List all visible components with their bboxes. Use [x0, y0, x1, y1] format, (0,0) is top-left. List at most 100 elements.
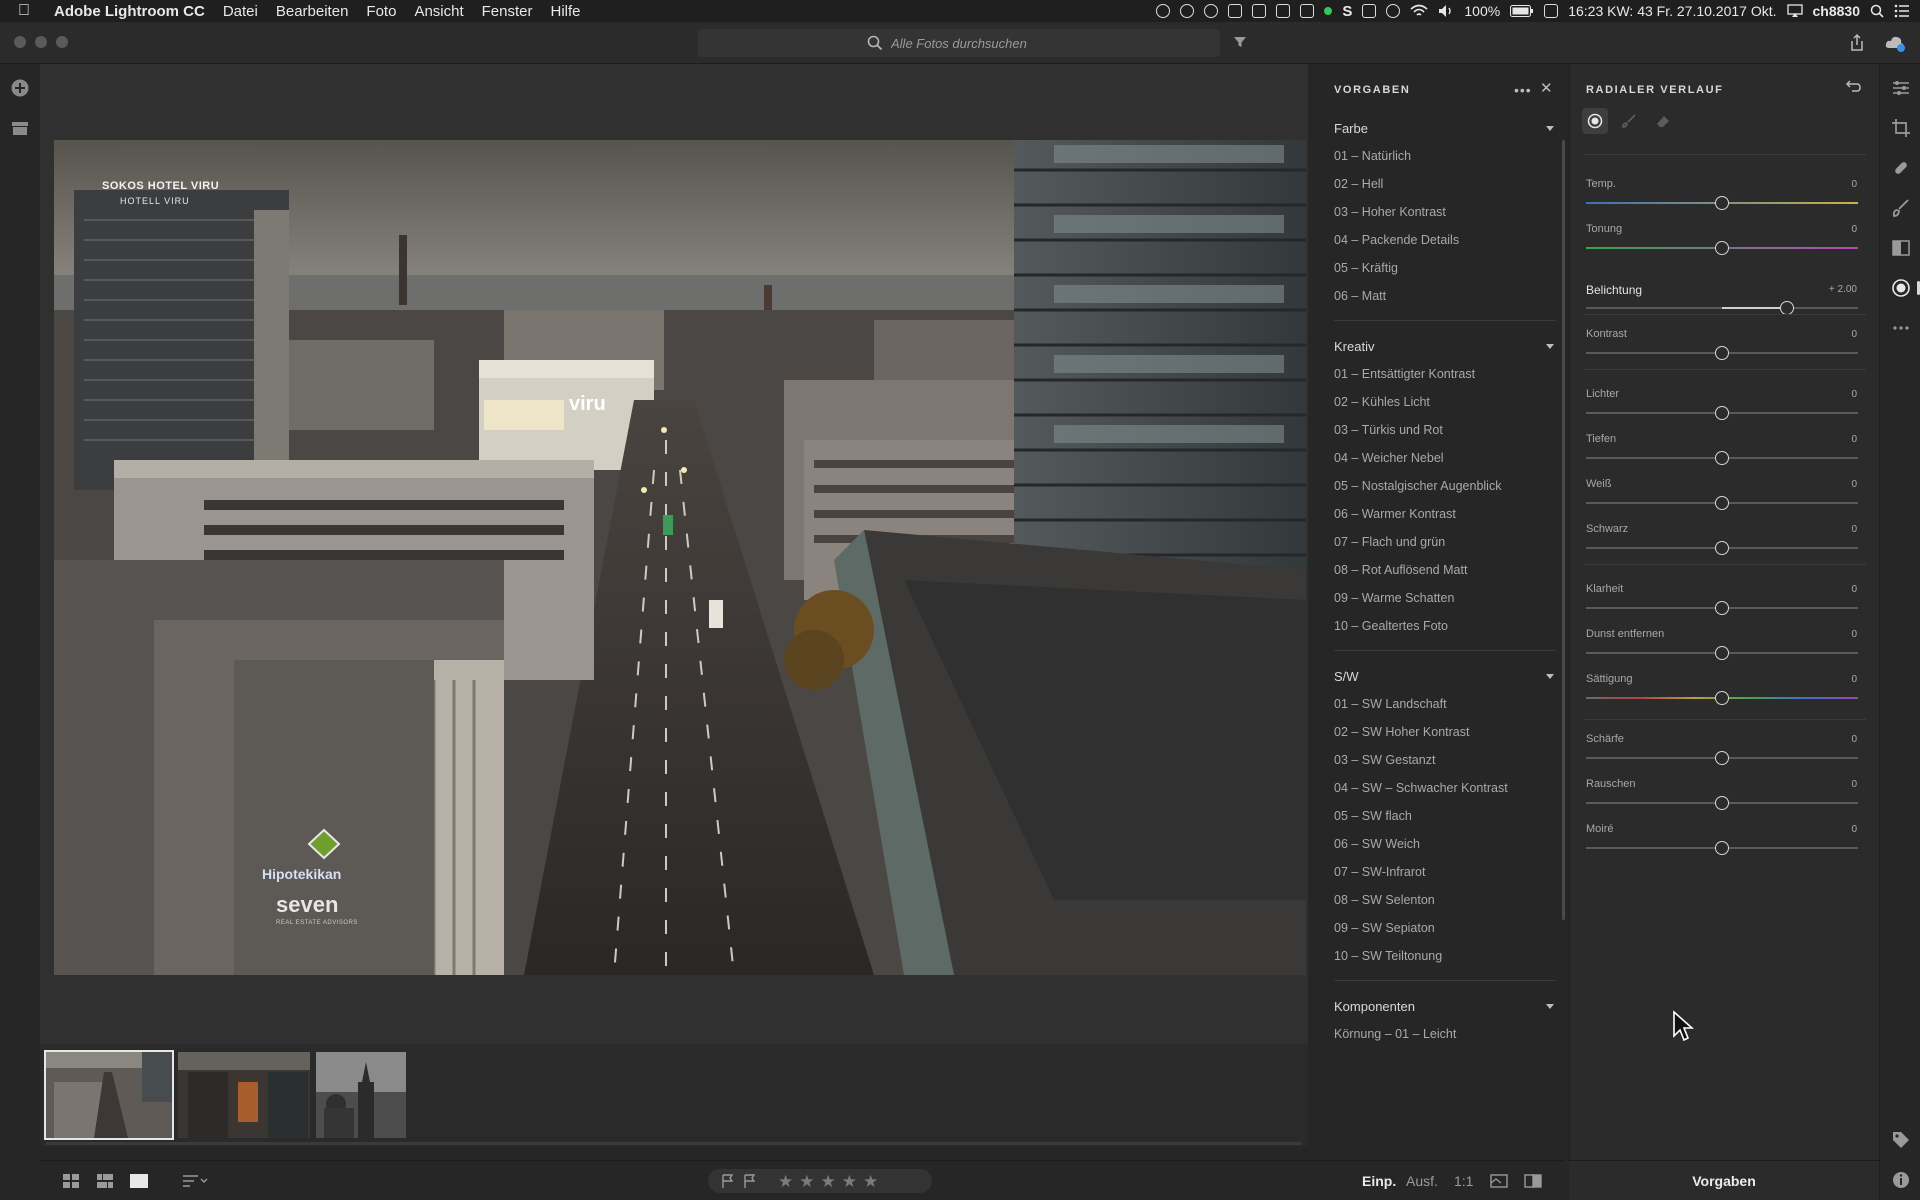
sort-icon[interactable] — [182, 1173, 208, 1189]
filter-icon[interactable] — [1232, 34, 1248, 50]
preset-item[interactable]: 06 – SW Weich — [1334, 837, 1420, 851]
slider-track[interactable] — [1586, 841, 1858, 855]
slider-thumb[interactable] — [1715, 796, 1729, 810]
zoom-window-button[interactable] — [56, 36, 68, 48]
wifi-icon[interactable] — [1410, 4, 1428, 18]
slider-track[interactable] — [1586, 601, 1858, 615]
square-grid-icon[interactable] — [62, 1173, 80, 1189]
slider-thumb[interactable] — [1715, 451, 1729, 465]
preset-item[interactable]: 01 – Natürlich — [1334, 149, 1411, 163]
menu-fenster[interactable]: Fenster — [482, 3, 533, 20]
slider-track[interactable] — [1586, 241, 1858, 255]
preset-item[interactable]: 02 – Kühles Licht — [1334, 395, 1430, 409]
photo-canvas[interactable]: SOKOS HOTEL VIRU HOTELL VIRU viru Hipote… — [40, 64, 1308, 1044]
slider-track[interactable] — [1586, 646, 1858, 660]
user-name[interactable]: ch8830 — [1813, 3, 1860, 19]
slider-thumb[interactable] — [1715, 751, 1729, 765]
detail-view-icon[interactable] — [130, 1173, 148, 1189]
brush-mask-button[interactable] — [1616, 108, 1642, 134]
clock-datetime[interactable]: 16:23 KW: 43 Fr. 27.10.2017 Okt. — [1568, 3, 1776, 19]
preset-item[interactable]: 07 – Flach und grün — [1334, 535, 1445, 549]
star-1[interactable]: ★ — [778, 1173, 793, 1190]
slider-thumb[interactable] — [1715, 346, 1729, 360]
slider-thumb[interactable] — [1715, 496, 1729, 510]
slider-thumb[interactable] — [1715, 691, 1729, 705]
slider-value[interactable]: 0 — [1851, 824, 1857, 835]
calendar-icon[interactable] — [1544, 4, 1559, 18]
preset-group-sw[interactable]: S/W — [1334, 669, 1359, 684]
slider-value[interactable]: 0 — [1851, 389, 1857, 400]
airplay-icon[interactable] — [1786, 4, 1803, 18]
preset-item[interactable]: 02 – Hell — [1334, 177, 1383, 191]
chevron-down-icon[interactable] — [1546, 1004, 1554, 1009]
cloud-sync-icon[interactable] — [1884, 32, 1906, 54]
slider-value[interactable]: 0 — [1851, 524, 1857, 535]
slider-value[interactable]: + 2.00 — [1829, 284, 1857, 295]
compare-icon[interactable] — [1490, 1173, 1508, 1189]
view-fill-button[interactable]: Ausf. — [1406, 1173, 1438, 1189]
bluetooth-icon[interactable] — [1386, 4, 1401, 18]
preset-item[interactable]: 04 – SW – Schwacher Kontrast — [1334, 781, 1508, 795]
search-box[interactable] — [698, 29, 1220, 57]
slider-value[interactable]: 0 — [1851, 434, 1857, 445]
eraser-mask-button[interactable] — [1650, 108, 1676, 134]
slider-value[interactable]: 0 — [1851, 479, 1857, 490]
preset-item[interactable]: 06 – Warmer Kontrast — [1334, 507, 1456, 521]
preset-item[interactable]: 05 – SW flach — [1334, 809, 1412, 823]
shield-icon[interactable] — [1362, 4, 1377, 18]
add-photos-icon[interactable] — [10, 78, 30, 98]
battery-icon[interactable] — [1510, 5, 1534, 17]
filmstrip-scrollbar[interactable] — [46, 1142, 1302, 1145]
slider-value[interactable]: 0 — [1851, 179, 1857, 190]
slider-thumb[interactable] — [1715, 406, 1729, 420]
reset-icon[interactable] — [1844, 78, 1862, 96]
menu-app-name[interactable]: Adobe Lightroom CC — [54, 3, 205, 20]
presets-scrollbar[interactable] — [1562, 140, 1565, 920]
star-4[interactable]: ★ — [842, 1173, 857, 1190]
notification-center-icon[interactable] — [1894, 4, 1910, 18]
menu-hilfe[interactable]: Hilfe — [551, 3, 581, 20]
skype-icon[interactable]: S — [1342, 3, 1352, 20]
library-icon[interactable] — [10, 118, 30, 138]
brush-icon[interactable] — [1891, 198, 1911, 218]
slider-value[interactable]: 0 — [1851, 779, 1857, 790]
preset-item[interactable]: 10 – Gealtertes Foto — [1334, 619, 1448, 633]
slider-thumb[interactable] — [1715, 196, 1729, 210]
edit-sliders-icon[interactable] — [1891, 78, 1911, 98]
slider-value[interactable]: 0 — [1851, 329, 1857, 340]
radial-gradient-icon[interactable] — [1891, 278, 1911, 298]
slider-track[interactable] — [1586, 796, 1858, 810]
preset-group-komponenten[interactable]: Komponenten — [1334, 999, 1415, 1014]
tag-icon[interactable] — [1891, 1130, 1911, 1150]
slider-track[interactable] — [1586, 196, 1858, 210]
preset-item[interactable]: 03 – SW Gestanzt — [1334, 753, 1435, 767]
share-icon[interactable] — [1846, 32, 1868, 54]
preset-item[interactable]: 05 – Nostalgischer Augenblick — [1334, 479, 1501, 493]
chevron-down-icon[interactable] — [1546, 674, 1554, 679]
more-icon[interactable] — [1891, 318, 1911, 338]
slider-value[interactable]: 0 — [1851, 629, 1857, 640]
chevron-down-icon[interactable] — [1546, 126, 1554, 131]
preset-item[interactable]: 01 – SW Landschaft — [1334, 697, 1447, 711]
preset-item[interactable]: 03 – Türkis und Rot — [1334, 423, 1443, 437]
pick-flag-icon[interactable] — [742, 1173, 758, 1189]
slider-thumb[interactable] — [1715, 241, 1729, 255]
menu-bearbeiten[interactable]: Bearbeiten — [276, 3, 349, 20]
monitor-icon[interactable] — [1276, 4, 1291, 18]
slider-value[interactable]: 0 — [1851, 674, 1857, 685]
close-window-button[interactable] — [14, 36, 26, 48]
slider-track[interactable] — [1586, 691, 1858, 705]
preset-item[interactable]: 08 – Rot Auflösend Matt — [1334, 563, 1467, 577]
slider-track[interactable] — [1586, 751, 1858, 765]
apple-icon[interactable]:  — [18, 2, 40, 20]
reject-flag-icon[interactable] — [720, 1173, 736, 1189]
accessibility-icon[interactable] — [1156, 4, 1171, 18]
slider-track[interactable] — [1586, 346, 1858, 360]
menu-ansicht[interactable]: Ansicht — [414, 3, 463, 20]
menu-foto[interactable]: Foto — [366, 3, 396, 20]
healing-brush-icon[interactable] — [1891, 158, 1911, 178]
preset-item[interactable]: 05 – Kräftig — [1334, 261, 1398, 275]
preset-item[interactable]: 04 – Weicher Nebel — [1334, 451, 1444, 465]
minimize-window-button[interactable] — [35, 36, 47, 48]
more-options-icon[interactable]: ••• — [1514, 82, 1532, 98]
